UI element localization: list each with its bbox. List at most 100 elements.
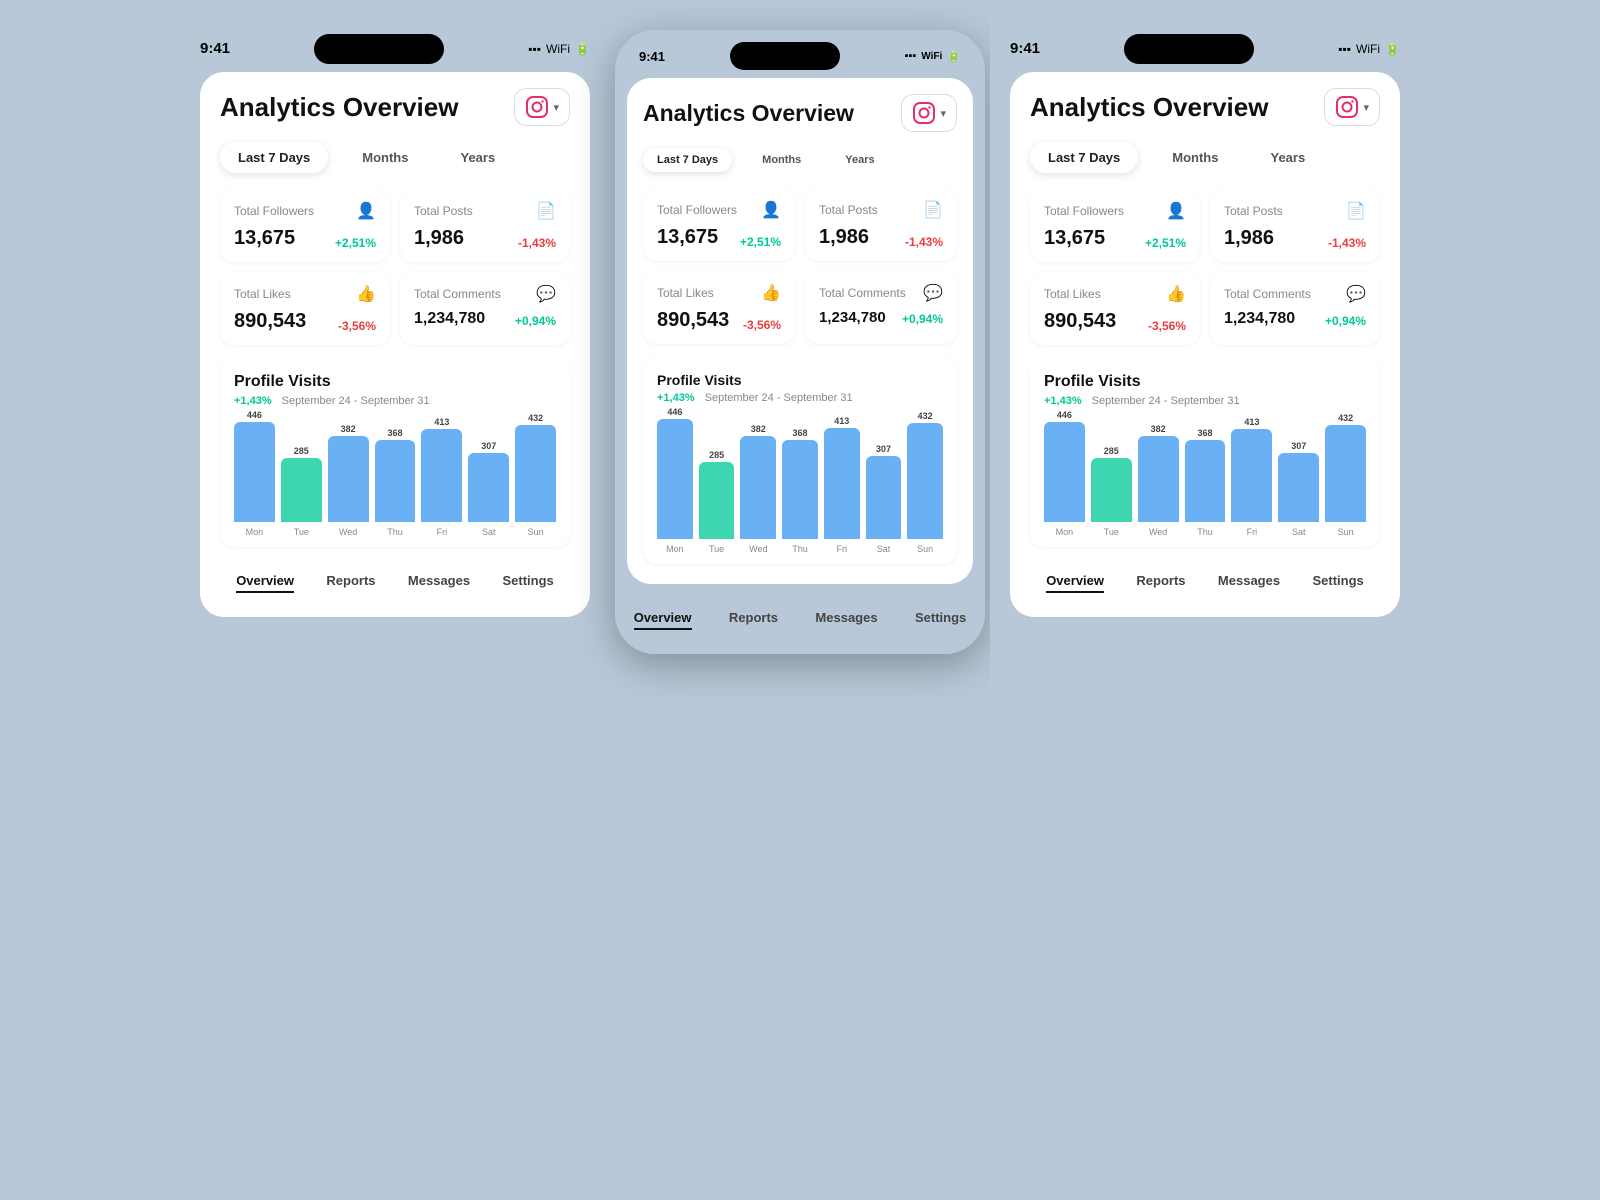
bar-value: 446 (247, 410, 262, 420)
bar-group-tue: 285 Tue (1091, 446, 1132, 537)
center-nav-settings[interactable]: Settings (915, 610, 966, 630)
bar-group-mon: 446Mon (657, 407, 693, 554)
right-status-icons: ▪▪▪ WiFi 🔋 (1338, 42, 1400, 56)
bar-group-fri: 413Fri (1231, 417, 1272, 537)
bar-group-sun: 432Sun (1325, 413, 1366, 537)
bar-label: Sun (528, 527, 544, 537)
bar-label: Wed (749, 544, 767, 554)
bar-group-wed: 382Wed (328, 424, 369, 537)
bar-label: Sat (877, 544, 891, 554)
center-comments-icon: 💬 (923, 283, 943, 303)
bar-fill (824, 428, 860, 539)
bar-label: Sat (482, 527, 496, 537)
right-ig-icon (1335, 95, 1359, 119)
bar-label: Sun (1338, 527, 1354, 537)
bar-fill (907, 423, 943, 539)
bar-value: 432 (918, 411, 933, 421)
app-container: 9:41 ▪▪▪ WiFi 🔋 Analytics Overview (0, 0, 1600, 1200)
left-filter-years[interactable]: Years (442, 142, 513, 173)
left-filter-months[interactable]: Months (344, 142, 426, 173)
bar-value: 413 (834, 416, 849, 426)
right-app-title: Analytics Overview (1030, 92, 1268, 123)
right-nav-reports[interactable]: Reports (1136, 573, 1185, 593)
center-time: 9:41 (639, 49, 665, 64)
left-panel: 9:41 ▪▪▪ WiFi 🔋 Analytics Overview (180, 0, 610, 1200)
left-filter-7days[interactable]: Last 7 Days (220, 142, 328, 173)
right-time-filter: Last 7 Days Months Years (1030, 142, 1380, 173)
center-bar-chart: 446Mon285Tue382Wed368Thu413Fri307Sat432S… (657, 414, 943, 554)
bar-label: Fri (437, 527, 448, 537)
center-nav-messages[interactable]: Messages (815, 610, 877, 630)
bar-label: Mon (246, 527, 264, 537)
right-filter-months[interactable]: Months (1154, 142, 1236, 173)
left-stat-posts: Total Posts 📄 1,986 -1,43% (400, 189, 570, 262)
bar-value: 307 (1291, 441, 1306, 451)
left-app-title: Analytics Overview (220, 92, 458, 123)
bar-fill (657, 419, 693, 539)
center-filter-months[interactable]: Months (748, 148, 815, 172)
left-status-bar: 9:41 ▪▪▪ WiFi 🔋 (200, 20, 590, 72)
bar-label: Mon (666, 544, 684, 554)
right-ig-button[interactable]: ▾ (1324, 88, 1380, 126)
right-nav-overview[interactable]: Overview (1046, 573, 1104, 593)
center-nav-reports[interactable]: Reports (729, 610, 778, 630)
left-ig-button[interactable]: ▾ (514, 88, 570, 126)
bar-label: Wed (339, 527, 357, 537)
center-app-title: Analytics Overview (643, 100, 854, 127)
bar-value: 382 (751, 424, 766, 434)
center-filter-7days[interactable]: Last 7 Days (643, 148, 732, 172)
right-filter-years[interactable]: Years (1252, 142, 1323, 173)
right-stats-grid: Total Followers 👤 13,675 +2,51% Total Po… (1030, 189, 1380, 345)
left-nav-reports[interactable]: Reports (326, 573, 375, 593)
bar-group-sat: 307Sat (866, 444, 902, 554)
bar-value: 368 (1197, 428, 1212, 438)
center-stat-comments: Total Comments 💬 1,234,780 +0,94% (805, 271, 957, 344)
bar-group-thu: 368 Thu (1185, 428, 1226, 538)
left-chevron: ▾ (553, 101, 559, 114)
center-ig-button[interactable]: ▾ (901, 94, 957, 132)
bar-label: Wed (1149, 527, 1167, 537)
bar-fill (375, 440, 416, 523)
bar-fill (468, 453, 509, 522)
left-ig-icon (525, 95, 549, 119)
center-filter-years[interactable]: Years (831, 148, 888, 172)
right-posts-icon: 📄 (1346, 201, 1366, 221)
bar-label: Thu (792, 544, 808, 554)
bar-label: Thu (1197, 527, 1213, 537)
left-stats-grid: Total Followers 👤 13,675 +2,51% Total Po… (220, 189, 570, 345)
left-nav-messages[interactable]: Messages (408, 573, 470, 593)
left-chart-card: Profile Visits +1,43% September 24 - Sep… (220, 359, 570, 547)
bar-label: Tue (709, 544, 724, 554)
bar-label: Tue (1104, 527, 1119, 537)
right-nav-messages[interactable]: Messages (1218, 573, 1280, 593)
left-nav-overview[interactable]: Overview (236, 573, 294, 593)
bar-label: Mon (1056, 527, 1074, 537)
center-ig-icon (912, 101, 936, 125)
center-stats-grid: Total Followers 👤 13,675 +2,51% Total Po… (643, 188, 957, 344)
center-nav-overview[interactable]: Overview (634, 610, 692, 630)
left-status-icons: ▪▪▪ WiFi 🔋 (528, 42, 590, 56)
right-nav-settings[interactable]: Settings (1312, 573, 1363, 593)
right-stat-likes: Total Likes 👍 890,543 -3,56% (1030, 272, 1200, 345)
bar-fill (515, 425, 556, 522)
bar-fill (234, 422, 275, 522)
right-content: 9:41 ▪▪▪ WiFi 🔋 Analytics Overview (1010, 0, 1400, 637)
bar-fill (1185, 440, 1226, 523)
bar-fill (281, 458, 322, 522)
left-bar-chart: 446Mon285Tue382Wed368Thu413Fri307Sat432S… (234, 417, 556, 537)
right-card: Analytics Overview ▾ Last 7 Days Months (1010, 72, 1400, 617)
right-bottom-nav: Overview Reports Messages Settings (1030, 557, 1380, 597)
center-chevron: ▾ (940, 107, 946, 120)
right-bar-chart: 446Mon285Tue382Wed368Thu413Fri307Sat432S… (1044, 417, 1366, 537)
bar-value: 285 (1104, 446, 1119, 456)
right-chevron: ▾ (1363, 101, 1369, 114)
right-filter-7days[interactable]: Last 7 Days (1030, 142, 1138, 173)
left-nav-settings[interactable]: Settings (502, 573, 553, 593)
bar-value: 413 (1244, 417, 1259, 427)
right-status-bar: 9:41 ▪▪▪ WiFi 🔋 (1010, 20, 1400, 72)
bar-value: 432 (528, 413, 543, 423)
bar-group-tue: 285Tue (699, 450, 735, 554)
center-followers-icon: 👤 (761, 200, 781, 220)
center-posts-icon: 📄 (923, 200, 943, 220)
bar-group-mon: 446 Mon (234, 410, 275, 537)
